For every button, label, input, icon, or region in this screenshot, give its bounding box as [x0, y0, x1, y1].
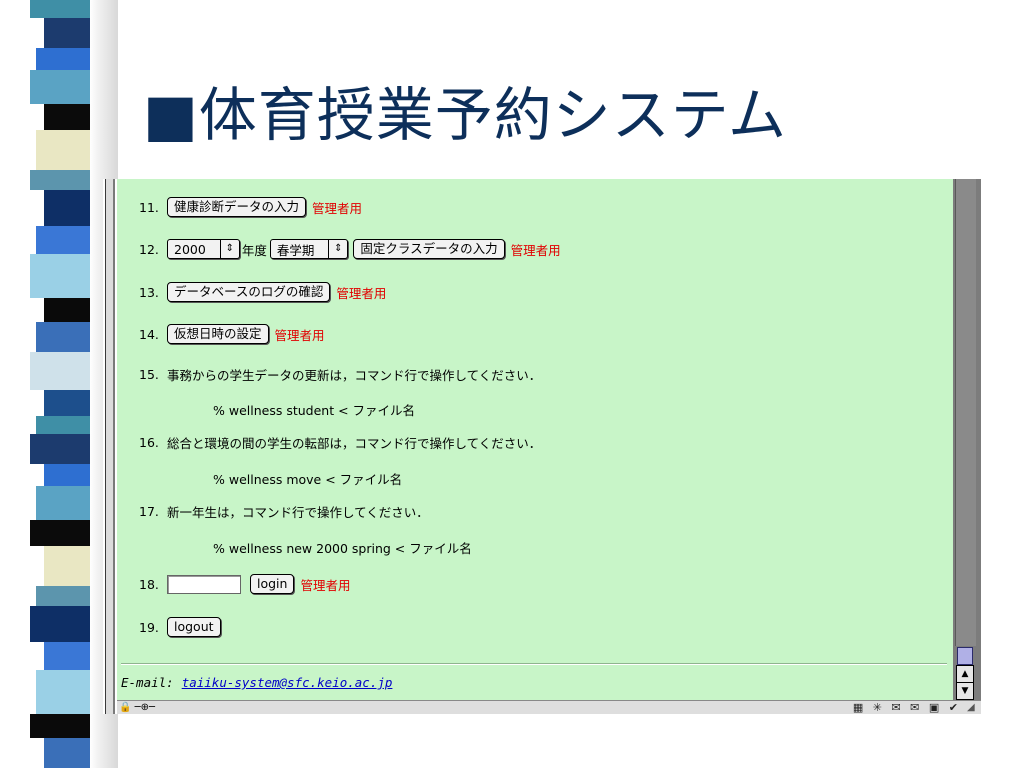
login-input[interactable]: [167, 574, 241, 594]
command-example: % wellness new 2000 spring < ファイル名: [213, 541, 472, 556]
band-stripe: [36, 486, 92, 520]
band-stripe: [30, 520, 92, 546]
band-stripe: [44, 390, 92, 416]
scroll-up-arrow-icon[interactable]: ▲: [956, 665, 974, 683]
item-number: 12.: [139, 241, 159, 257]
page-content: 11. 健康診断データの入力 管理者用 12. 2000 ⇕ 年度 春学期 ⇕ …: [117, 179, 953, 699]
item-number: 14.: [139, 326, 159, 342]
year-select-value: 2000: [174, 241, 206, 257]
list-item-13: 13. データベースのログの確認 管理者用: [139, 281, 386, 303]
item-number: 18.: [139, 576, 159, 592]
year-suffix-label: 年度: [241, 242, 267, 258]
item-number: 17.: [139, 503, 159, 519]
list-item-15: 15. 事務からの学生データの更新は，コマンド行で操作してください．: [139, 363, 541, 385]
list-item-18: 18. login 管理者用: [139, 573, 350, 595]
band-stripe: [44, 104, 92, 130]
database-log-check-button[interactable]: データベースのログの確認: [167, 282, 331, 302]
band-stripe: [44, 642, 92, 670]
band-stripe: [44, 298, 92, 322]
login-button[interactable]: login: [250, 574, 295, 594]
instruction-text: 総合と環境の間の学生の転部は，コマンド行で操作してください．: [167, 435, 542, 451]
band-stripe: [44, 18, 92, 48]
component-bar-icons[interactable]: ▦ ✳ ✉ ✉ ▣ ✔: [853, 701, 961, 714]
list-item-16: 16. 総合と環境の間の学生の転部は，コマンド行で操作してください．: [139, 431, 541, 453]
band-stripe: [44, 546, 92, 586]
resize-grip-icon[interactable]: ◢: [967, 702, 979, 714]
status-bar: 🔒 ─⊕─ ▦ ✳ ✉ ✉ ▣ ✔ ◢: [117, 700, 981, 714]
fixed-class-data-input-button[interactable]: 固定クラスデータの入力: [353, 239, 505, 259]
select-arrows-icon: ⇕: [219, 240, 239, 258]
command-example: % wellness student < ファイル名: [213, 403, 416, 418]
band-stripe: [30, 170, 92, 190]
window-left-border: [103, 179, 117, 714]
vertical-scrollbar[interactable]: ▲ ▼: [953, 179, 981, 700]
list-item-14: 14. 仮想日時の設定 管理者用: [139, 323, 325, 345]
instruction-text: 新一年生は，コマンド行で操作してください．: [167, 504, 429, 520]
select-arrows-icon: ⇕: [328, 240, 347, 258]
band-stripe: [36, 130, 92, 170]
browser-window: 11. 健康診断データの入力 管理者用 12. 2000 ⇕ 年度 春学期 ⇕ …: [103, 179, 981, 714]
band-stripe: [30, 70, 92, 104]
band-stripe: [36, 670, 92, 714]
security-lock-icon[interactable]: 🔒 ─⊕─: [119, 702, 155, 714]
band-stripe: [30, 606, 92, 642]
item-number: 16.: [139, 434, 159, 450]
logout-button[interactable]: logout: [167, 617, 221, 637]
band-stripe: [44, 464, 92, 486]
item-number: 19.: [139, 619, 159, 635]
admin-only-label: 管理者用: [510, 242, 561, 258]
admin-only-label: 管理者用: [336, 285, 387, 301]
band-stripe: [36, 586, 92, 606]
virtual-datetime-settings-button[interactable]: 仮想日時の設定: [167, 324, 269, 344]
list-item-17: 17. 新一年生は，コマンド行で操作してください．: [139, 500, 429, 522]
admin-only-label: 管理者用: [300, 577, 351, 593]
email-link[interactable]: taiiku-system@sfc.keio.ac.jp: [182, 675, 393, 690]
footer-divider: [121, 663, 947, 665]
email-label: E-mail:: [121, 675, 174, 690]
band-stripe: [36, 226, 92, 254]
band-stripe: [30, 434, 92, 464]
list-item-12: 12. 2000 ⇕ 年度 春学期 ⇕ 固定クラスデータの入力 管理者用: [139, 238, 561, 260]
term-select-value: 春学期: [276, 242, 315, 258]
year-select[interactable]: 2000 ⇕: [167, 239, 240, 259]
band-stripe: [44, 738, 92, 768]
item-number: 15.: [139, 366, 159, 382]
health-data-input-button[interactable]: 健康診断データの入力: [167, 197, 307, 217]
band-stripe: [30, 714, 92, 738]
admin-only-label: 管理者用: [312, 200, 363, 216]
item-number: 13.: [139, 284, 159, 300]
footer-email: E-mail: taiiku-system@sfc.keio.ac.jp: [121, 675, 392, 690]
command-example: % wellness move < ファイル名: [213, 472, 403, 487]
band-stripe: [30, 0, 92, 18]
band-stripe: [30, 254, 92, 298]
band-stripe: [36, 48, 92, 70]
band-stripe: [44, 190, 92, 226]
term-select[interactable]: 春学期 ⇕: [269, 239, 349, 259]
list-item-11: 11. 健康診断データの入力 管理者用: [139, 196, 362, 218]
scrollbar-thumb[interactable]: [957, 647, 973, 665]
list-item-19: 19. logout: [139, 616, 226, 638]
item-number: 11.: [139, 199, 159, 215]
band-stripe: [36, 322, 92, 352]
band-stripe: [36, 416, 92, 434]
slide-title: ■体育授業予約システム: [143, 81, 788, 149]
admin-only-label: 管理者用: [274, 327, 325, 343]
band-stripe: [30, 352, 92, 390]
scroll-down-arrow-icon[interactable]: ▼: [956, 682, 974, 700]
scrollbar-track[interactable]: [955, 179, 976, 646]
instruction-text: 事務からの学生データの更新は，コマンド行で操作してください．: [167, 367, 542, 383]
